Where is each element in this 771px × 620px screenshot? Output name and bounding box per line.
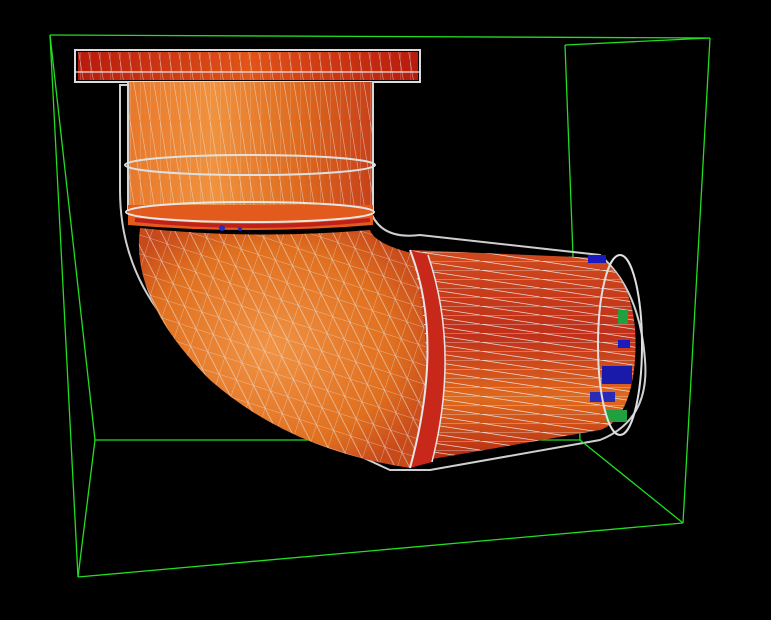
elbow-bend — [138, 228, 430, 468]
3d-viewport[interactable] — [0, 0, 771, 620]
pipe-joint-ring — [125, 201, 375, 231]
scene-canvas — [49, 34, 711, 578]
top-flange — [74, 49, 421, 83]
vertical-pipe-section — [124, 82, 376, 210]
